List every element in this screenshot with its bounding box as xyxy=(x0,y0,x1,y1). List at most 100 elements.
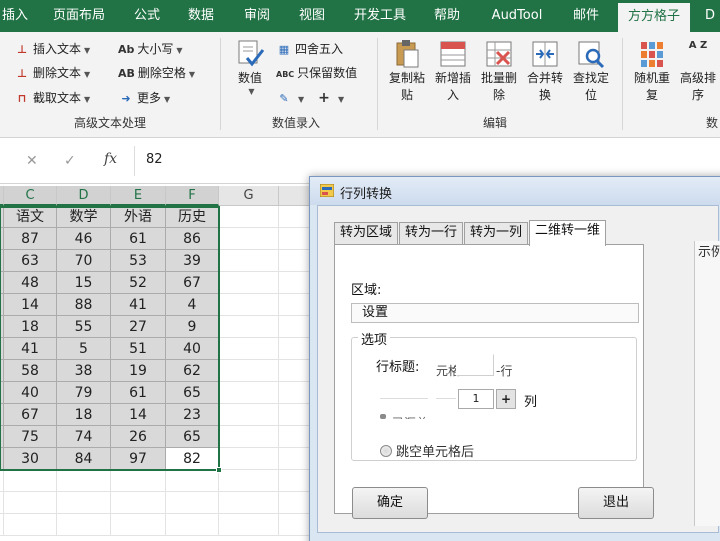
data-cell[interactable]: 26 xyxy=(111,426,166,448)
data-cell[interactable]: 27 xyxy=(111,316,166,338)
data-cell[interactable]: 15 xyxy=(57,272,111,294)
row-title-count-input[interactable] xyxy=(456,354,494,376)
tab-view[interactable]: 视图 xyxy=(291,0,333,32)
merge-convert-button[interactable]: 合并转 换 xyxy=(522,38,568,108)
tab-help[interactable]: 帮助 xyxy=(426,0,468,32)
column-header-e[interactable]: E xyxy=(111,186,166,206)
cancel-icon[interactable]: ✕ xyxy=(26,152,38,170)
more-button[interactable]: ➜ 更多 ▼ xyxy=(118,87,170,109)
empty-cell[interactable] xyxy=(219,206,279,228)
empty-cell[interactable] xyxy=(57,514,111,536)
insert-text-button[interactable]: ⊥ 插入文本 ▼ xyxy=(14,38,90,60)
empty-cell[interactable] xyxy=(219,514,279,536)
data-cell[interactable]: 61 xyxy=(111,382,166,404)
value-button[interactable]: 数值 ▼ xyxy=(227,38,273,108)
column-header-f[interactable]: F xyxy=(166,186,219,206)
empty-cell[interactable] xyxy=(219,316,279,338)
column-header-d[interactable]: D xyxy=(57,186,111,206)
empty-cell[interactable] xyxy=(4,514,57,536)
data-cell[interactable]: 67 xyxy=(166,272,219,294)
empty-cell[interactable] xyxy=(219,228,279,250)
data-cell[interactable]: 5 xyxy=(57,338,111,360)
delete-spaces-button[interactable]: AB 删除空格 ▼ xyxy=(118,62,195,84)
new-insert-button[interactable]: 新增插 入 xyxy=(430,38,476,108)
ok-button[interactable]: 确定 xyxy=(352,487,428,519)
empty-cell[interactable] xyxy=(219,294,279,316)
case-button[interactable]: Ab 大小写 ▼ xyxy=(118,38,183,60)
data-cell[interactable]: 41 xyxy=(4,338,57,360)
empty-cell[interactable] xyxy=(219,272,279,294)
data-cell[interactable]: 86 xyxy=(166,228,219,250)
data-cell[interactable]: 46 xyxy=(57,228,111,250)
tab-page-layout[interactable]: 页面布局 xyxy=(48,0,110,32)
data-cell[interactable]: 62 xyxy=(166,360,219,382)
data-cell[interactable]: 18 xyxy=(4,316,57,338)
empty-cell[interactable] xyxy=(219,250,279,272)
data-cell[interactable]: 9 xyxy=(166,316,219,338)
empty-cell[interactable] xyxy=(219,404,279,426)
empty-cell[interactable] xyxy=(219,426,279,448)
tab-fangfang-gezi[interactable]: 方方格子 xyxy=(618,3,690,32)
data-cell[interactable]: 14 xyxy=(111,404,166,426)
tab-mail[interactable]: 邮件 xyxy=(565,0,607,32)
dialog-titlebar[interactable]: 行列转换 xyxy=(310,177,720,205)
empty-cell[interactable] xyxy=(219,360,279,382)
data-cell[interactable]: 52 xyxy=(111,272,166,294)
random-repeat-button[interactable]: 随机重 复 xyxy=(629,38,675,108)
active-cell[interactable]: 82 xyxy=(166,448,219,470)
column-header-c[interactable]: C xyxy=(4,186,57,206)
data-cell[interactable]: 30 xyxy=(4,448,57,470)
enter-icon[interactable]: ✓ xyxy=(64,152,76,170)
tab-insert[interactable]: 插入 xyxy=(0,0,30,32)
data-cell[interactable]: 55 xyxy=(57,316,111,338)
exit-button[interactable]: 退出 xyxy=(578,487,654,519)
empty-cell[interactable] xyxy=(219,382,279,404)
add-more-button[interactable]: + ▼ xyxy=(316,87,344,109)
column-count-input[interactable]: 1 xyxy=(458,389,494,409)
empty-cell[interactable] xyxy=(166,492,219,514)
increment-button[interactable]: + xyxy=(496,389,516,409)
tab-developer[interactable]: 开发工具 xyxy=(347,0,413,32)
header-cell[interactable]: 数学 xyxy=(57,206,111,228)
data-cell[interactable]: 23 xyxy=(166,404,219,426)
data-cell[interactable]: 41 xyxy=(111,294,166,316)
data-cell[interactable]: 75 xyxy=(4,426,57,448)
data-cell[interactable]: 48 xyxy=(4,272,57,294)
empty-cell[interactable] xyxy=(219,338,279,360)
column-header-g[interactable]: G xyxy=(219,186,279,206)
tab-d-partial[interactable]: D xyxy=(700,0,720,32)
data-cell[interactable]: 19 xyxy=(111,360,166,382)
truncate-text-button[interactable]: ⊓ 截取文本 ▼ xyxy=(14,87,91,109)
tab-data[interactable]: 数据 xyxy=(180,0,222,32)
round-button[interactable]: ▦ 四舍五入 xyxy=(276,38,343,60)
data-cell[interactable]: 40 xyxy=(4,382,57,404)
empty-cell[interactable] xyxy=(219,492,279,514)
header-cell[interactable]: 语文 xyxy=(4,206,57,228)
data-cell[interactable]: 65 xyxy=(166,382,219,404)
empty-cell[interactable] xyxy=(57,492,111,514)
empty-cell[interactable] xyxy=(111,514,166,536)
tab-formulas[interactable]: 公式 xyxy=(126,0,168,32)
tab-to-range[interactable]: 转为区域 xyxy=(334,222,399,244)
data-cell[interactable]: 38 xyxy=(57,360,111,382)
data-cell[interactable]: 14 xyxy=(4,294,57,316)
empty-cell[interactable] xyxy=(166,514,219,536)
insert-function-icon[interactable]: fx xyxy=(104,151,117,167)
data-cell[interactable]: 18 xyxy=(57,404,111,426)
empty-cell[interactable] xyxy=(4,470,57,492)
skip-empty-radio[interactable] xyxy=(380,445,392,457)
data-cell[interactable]: 87 xyxy=(4,228,57,250)
empty-cell[interactable] xyxy=(219,470,279,492)
tab-2d-to-1d[interactable]: 二维转一维 xyxy=(529,220,607,246)
range-input[interactable]: 设置 xyxy=(351,303,639,323)
data-cell[interactable]: 39 xyxy=(166,250,219,272)
find-locate-button[interactable]: 查找定 位 xyxy=(568,38,614,108)
data-cell[interactable]: 79 xyxy=(57,382,111,404)
tab-to-one-column[interactable]: 转为一列 xyxy=(464,222,529,244)
data-cell[interactable]: 84 xyxy=(57,448,111,470)
empty-cell[interactable] xyxy=(111,492,166,514)
data-cell[interactable]: 40 xyxy=(166,338,219,360)
empty-cell[interactable] xyxy=(166,470,219,492)
data-cell[interactable]: 70 xyxy=(57,250,111,272)
tab-to-one-row[interactable]: 转为一行 xyxy=(399,222,464,244)
